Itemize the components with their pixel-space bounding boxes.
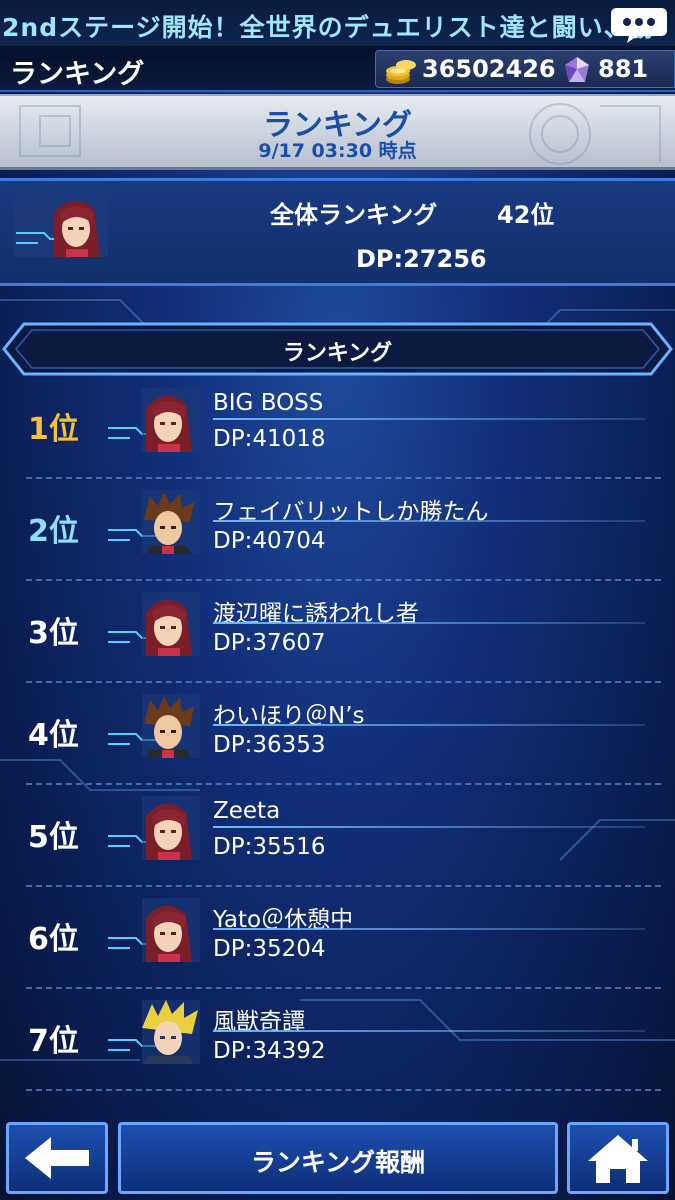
name-underline (213, 724, 645, 726)
back-button[interactable] (6, 1122, 108, 1194)
row-divider (26, 477, 661, 479)
player-dp: DP:40704 (213, 528, 326, 554)
player-dp: DP:41018 (213, 426, 326, 452)
rank-label: 2位 (28, 514, 79, 549)
gem-amount: 881 (598, 55, 649, 83)
chat-button[interactable] (609, 4, 669, 44)
name-underline (213, 418, 645, 420)
currency-display: 36502426 881 (375, 50, 675, 88)
player-dp: DP:34392 (213, 1038, 326, 1064)
ranking-row[interactable]: 3位 渡辺曜に誘われし者 DP:37607 (0, 584, 675, 687)
bottom-navigation: ランキング報酬 (0, 1116, 675, 1200)
avatar-brown-hair (108, 694, 200, 758)
news-ticker[interactable]: 2ndステージ開始！全世界のデュエリスト達と闘い、勝 (0, 0, 675, 46)
gold-amount: 36502426 (422, 55, 556, 83)
overall-dp: DP:27256 (356, 245, 487, 273)
avatar-red-hair (108, 388, 200, 452)
gold-coins-icon (386, 60, 416, 84)
name-underline (213, 928, 645, 930)
left-arrow-icon (25, 1137, 89, 1179)
row-divider (26, 1089, 661, 1091)
row-divider (26, 987, 661, 989)
ranking-row[interactable]: 2位 フェイバリットしか勝たん DP:40704 (0, 482, 675, 585)
player-dp: DP:37607 (213, 630, 326, 656)
rank-label: 6位 (28, 922, 79, 957)
player-dp: DP:35204 (213, 936, 326, 962)
ranking-row[interactable]: 4位 わいほり＠N’s DP:36353 (0, 686, 675, 789)
ranking-reward-label: ランキング報酬 (250, 1148, 426, 1177)
overall-ranking-card: 全体ランキング 42位 DP:27256 (0, 178, 675, 286)
avatar-blonde-hair (108, 1000, 200, 1064)
rank-label: 5位 (28, 820, 79, 855)
ranking-reward-button[interactable]: ランキング報酬 (118, 1122, 558, 1194)
speech-bubble-icon (611, 8, 667, 43)
page-title: ランキング (10, 59, 145, 90)
name-underline (213, 826, 645, 828)
banner-timestamp: 9/17 03:30 時点 (258, 140, 417, 162)
row-divider (26, 579, 661, 581)
overall-rank: 42位 (497, 201, 555, 229)
name-underline (213, 520, 645, 522)
row-divider (26, 681, 661, 683)
overall-ranking-label: 全体ランキング (270, 201, 438, 229)
rank-label: 7位 (28, 1024, 79, 1059)
ranking-row[interactable]: 5位 Zeeta DP:35516 (0, 788, 675, 891)
avatar-red-hair (108, 898, 200, 962)
top-bar: ランキング 36502426 881 (0, 46, 675, 92)
row-divider (26, 783, 661, 785)
rank-label: 3位 (28, 616, 79, 651)
crystal-gem-icon (565, 57, 589, 82)
avatar-red-hair (108, 592, 200, 656)
avatar-brown-hair (108, 490, 200, 554)
ranking-banner: ランキング 9/17 03:30 時点 (0, 94, 675, 170)
rank-label: 1位 (28, 412, 79, 447)
row-divider (26, 885, 661, 887)
rank-label: 4位 (28, 718, 79, 753)
ranking-panel-title: ランキング (282, 341, 393, 366)
ticker-text: 2ndステージ開始！全世界のデュエリスト達と闘い、勝 (2, 13, 656, 42)
avatar-red-hair (14, 193, 108, 257)
name-underline (213, 1030, 645, 1032)
player-name: BIG BOSS (213, 390, 324, 416)
home-icon (588, 1135, 648, 1183)
player-dp: DP:36353 (213, 732, 326, 758)
player-dp: DP:35516 (213, 834, 326, 860)
home-button[interactable] (567, 1122, 669, 1194)
name-underline (213, 622, 645, 624)
player-name: Zeeta (213, 798, 281, 824)
avatar-red-hair (108, 796, 200, 860)
ranking-row[interactable]: 6位 Yato＠休憩中 DP:35204 (0, 890, 675, 993)
ranking-row[interactable]: 1位 BIG BOSS DP:41018 (0, 380, 675, 483)
ranking-row[interactable]: 7位 風獣奇譚 DP:34392 (0, 992, 675, 1095)
